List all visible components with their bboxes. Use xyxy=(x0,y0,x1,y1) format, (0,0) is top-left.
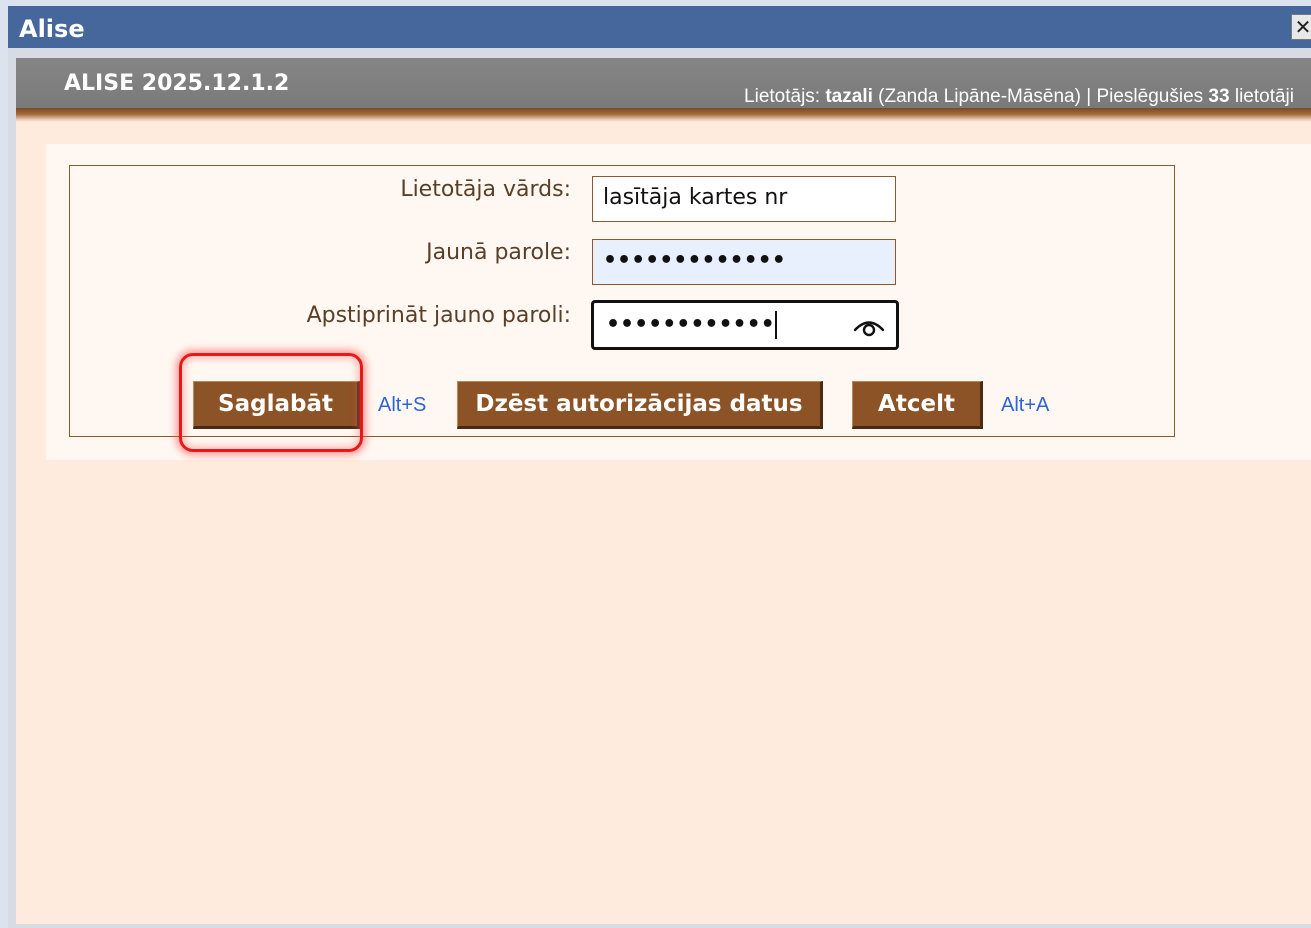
app-header: ALISE 2025.12.1.2 Lietotājs: tazali (Zan… xyxy=(16,58,1311,108)
confirm-password-field[interactable]: •••••••••••• xyxy=(591,300,899,350)
close-icon[interactable]: ✕ xyxy=(1291,14,1311,40)
user-full-name: (Zanda Lipāne-Māsēna) xyxy=(878,86,1081,107)
save-shortcut: Alt+S xyxy=(378,394,427,416)
app-version-title: ALISE 2025.12.1.2 xyxy=(64,71,290,96)
header-divider xyxy=(16,108,1311,122)
confirm-password-value: •••••••••••• xyxy=(606,312,775,337)
confirm-password-label: Apstiprināt jauno paroli: xyxy=(306,303,571,328)
user-label: Lietotājs: xyxy=(744,86,821,107)
delete-auth-button[interactable]: Dzēst autorizācijas datus xyxy=(457,381,823,429)
user-info: Lietotājs: tazali (Zanda Lipāne-Māsēna) … xyxy=(744,86,1294,108)
window-titlebar: Alise ✕ xyxy=(8,6,1311,48)
separator: | xyxy=(1086,86,1092,107)
new-password-value: ••••••••••••• xyxy=(603,248,786,273)
connected-label: Pieslēgušies xyxy=(1096,86,1204,107)
window-title: Alise xyxy=(19,15,85,43)
new-password-label: Jaunā parole: xyxy=(426,240,571,265)
cancel-shortcut: Alt+A xyxy=(1001,394,1050,416)
dialog-window: Alise ✕ ALISE 2025.12.1.2 Lietotājs: taz… xyxy=(8,6,1311,928)
save-button[interactable]: Saglabāt xyxy=(193,381,360,429)
username: tazali xyxy=(825,86,873,107)
password-form: Lietotāja vārds: lasītāja kartes nr Jaun… xyxy=(69,165,1175,437)
form-panel: Lietotāja vārds: lasītāja kartes nr Jaun… xyxy=(46,144,1311,460)
connected-count: 33 xyxy=(1208,86,1230,107)
username-label: Lietotāja vārds: xyxy=(400,177,571,202)
new-password-field[interactable]: ••••••••••••• xyxy=(592,239,896,285)
text-caret xyxy=(774,311,777,339)
cancel-button[interactable]: Atcelt xyxy=(852,381,983,429)
eye-icon[interactable] xyxy=(852,313,886,339)
username-field[interactable]: lasītāja kartes nr xyxy=(592,176,896,222)
connected-suffix: lietotāji xyxy=(1234,86,1294,107)
dialog-content: ALISE 2025.12.1.2 Lietotājs: tazali (Zan… xyxy=(16,58,1311,924)
